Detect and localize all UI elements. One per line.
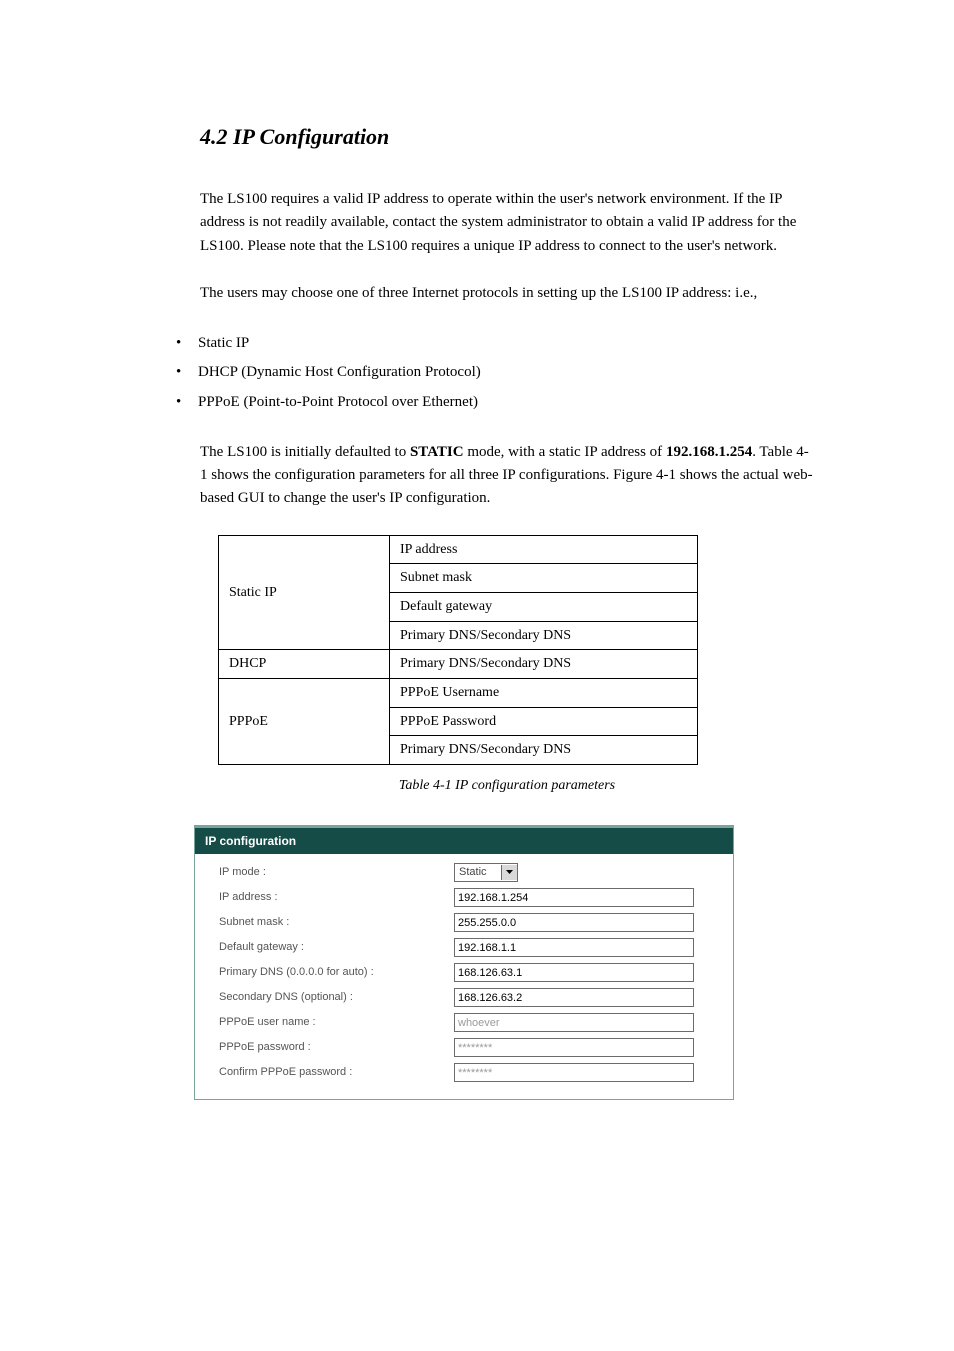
config-row: IP mode :Static — [219, 862, 715, 882]
text-input: whoever — [454, 1013, 694, 1032]
text-bold-static: STATIC — [410, 444, 464, 460]
config-row: Subnet mask :255.255.0.0 — [219, 912, 715, 932]
paragraph-3: The LS100 is initially defaulted to STAT… — [200, 441, 814, 511]
text-input[interactable]: 168.126.63.2 — [454, 988, 694, 1007]
field-label: PPPoE user name : — [219, 1014, 454, 1031]
table-cell-mode: Static IP — [219, 535, 390, 650]
field-label: IP mode : — [219, 864, 454, 881]
config-row: IP address :192.168.1.254 — [219, 887, 715, 907]
bullet-item: Static IP — [176, 329, 814, 358]
config-row: Default gateway :192.168.1.1 — [219, 937, 715, 957]
text-input: ******** — [454, 1038, 694, 1057]
table-row: PPPoEPPPoE Username — [219, 679, 698, 708]
field-label: IP address : — [219, 889, 454, 906]
table-row: DHCPPrimary DNS/Secondary DNS — [219, 650, 698, 679]
field-control: Static — [454, 863, 715, 882]
ip-protocol-bullets: Static IP DHCP (Dynamic Host Configurati… — [200, 329, 814, 417]
text-input[interactable]: 192.168.1.1 — [454, 938, 694, 957]
field-label: PPPoE password : — [219, 1039, 454, 1056]
field-label: Confirm PPPoE password : — [219, 1064, 454, 1081]
table-cell-mode: DHCP — [219, 650, 390, 679]
field-control: whoever — [454, 1013, 715, 1032]
text-input[interactable]: 255.255.0.0 — [454, 913, 694, 932]
field-label: Default gateway : — [219, 939, 454, 956]
ip-mode-select[interactable]: Static — [454, 863, 518, 882]
panel-header: IP configuration — [195, 828, 733, 855]
text-run: The LS100 is initially defaulted to — [200, 444, 410, 460]
config-row: Secondary DNS (optional) :168.126.63.2 — [219, 987, 715, 1007]
field-label: Subnet mask : — [219, 914, 454, 931]
paragraph-1: The LS100 requires a valid IP address to… — [200, 188, 814, 258]
table-cell-param: Primary DNS/Secondary DNS — [390, 650, 698, 679]
table-cell-param: PPPoE Password — [390, 707, 698, 736]
table-cell-mode: PPPoE — [219, 679, 390, 765]
field-control: 192.168.1.1 — [454, 938, 715, 957]
config-row: PPPoE password :******** — [219, 1037, 715, 1057]
chevron-down-icon[interactable] — [501, 865, 517, 880]
table-caption: Table 4-1 IP configuration parameters — [200, 775, 814, 797]
field-control: ******** — [454, 1038, 715, 1057]
field-control: 192.168.1.254 — [454, 888, 715, 907]
field-control: 255.255.0.0 — [454, 913, 715, 932]
bullet-item: DHCP (Dynamic Host Configuration Protoco… — [176, 358, 814, 387]
table-cell-param: IP address — [390, 535, 698, 564]
table-cell-param: Primary DNS/Secondary DNS — [390, 621, 698, 650]
field-label: Primary DNS (0.0.0.0 for auto) : — [219, 964, 454, 981]
field-control: ******** — [454, 1063, 715, 1082]
config-row: PPPoE user name :whoever — [219, 1012, 715, 1032]
table-row: Static IPIP address — [219, 535, 698, 564]
text-input: ******** — [454, 1063, 694, 1082]
field-control: 168.126.63.2 — [454, 988, 715, 1007]
text-bold-ip: 192.168.1.254 — [666, 444, 752, 460]
table-cell-param: PPPoE Username — [390, 679, 698, 708]
field-control: 168.126.63.1 — [454, 963, 715, 982]
select-value: Static — [455, 864, 501, 881]
table-cell-param: Primary DNS/Secondary DNS — [390, 736, 698, 765]
config-row: Confirm PPPoE password :******** — [219, 1062, 715, 1082]
text-input[interactable]: 168.126.63.1 — [454, 963, 694, 982]
text-run: mode, with a static IP address of — [464, 444, 666, 460]
text-input[interactable]: 192.168.1.254 — [454, 888, 694, 907]
config-row: Primary DNS (0.0.0.0 for auto) :168.126.… — [219, 962, 715, 982]
table-cell-param: Subnet mask — [390, 564, 698, 593]
table-cell-param: Default gateway — [390, 592, 698, 621]
bullet-item: PPPoE (Point-to-Point Protocol over Ethe… — [176, 388, 814, 417]
ip-config-panel: IP configuration IP mode :StaticIP addre… — [194, 825, 734, 1101]
paragraph-2: The users may choose one of three Intern… — [200, 282, 814, 305]
field-label: Secondary DNS (optional) : — [219, 989, 454, 1006]
section-heading: 4.2 IP Configuration — [200, 120, 814, 154]
ip-modes-table: Static IPIP addressSubnet maskDefault ga… — [218, 535, 698, 766]
